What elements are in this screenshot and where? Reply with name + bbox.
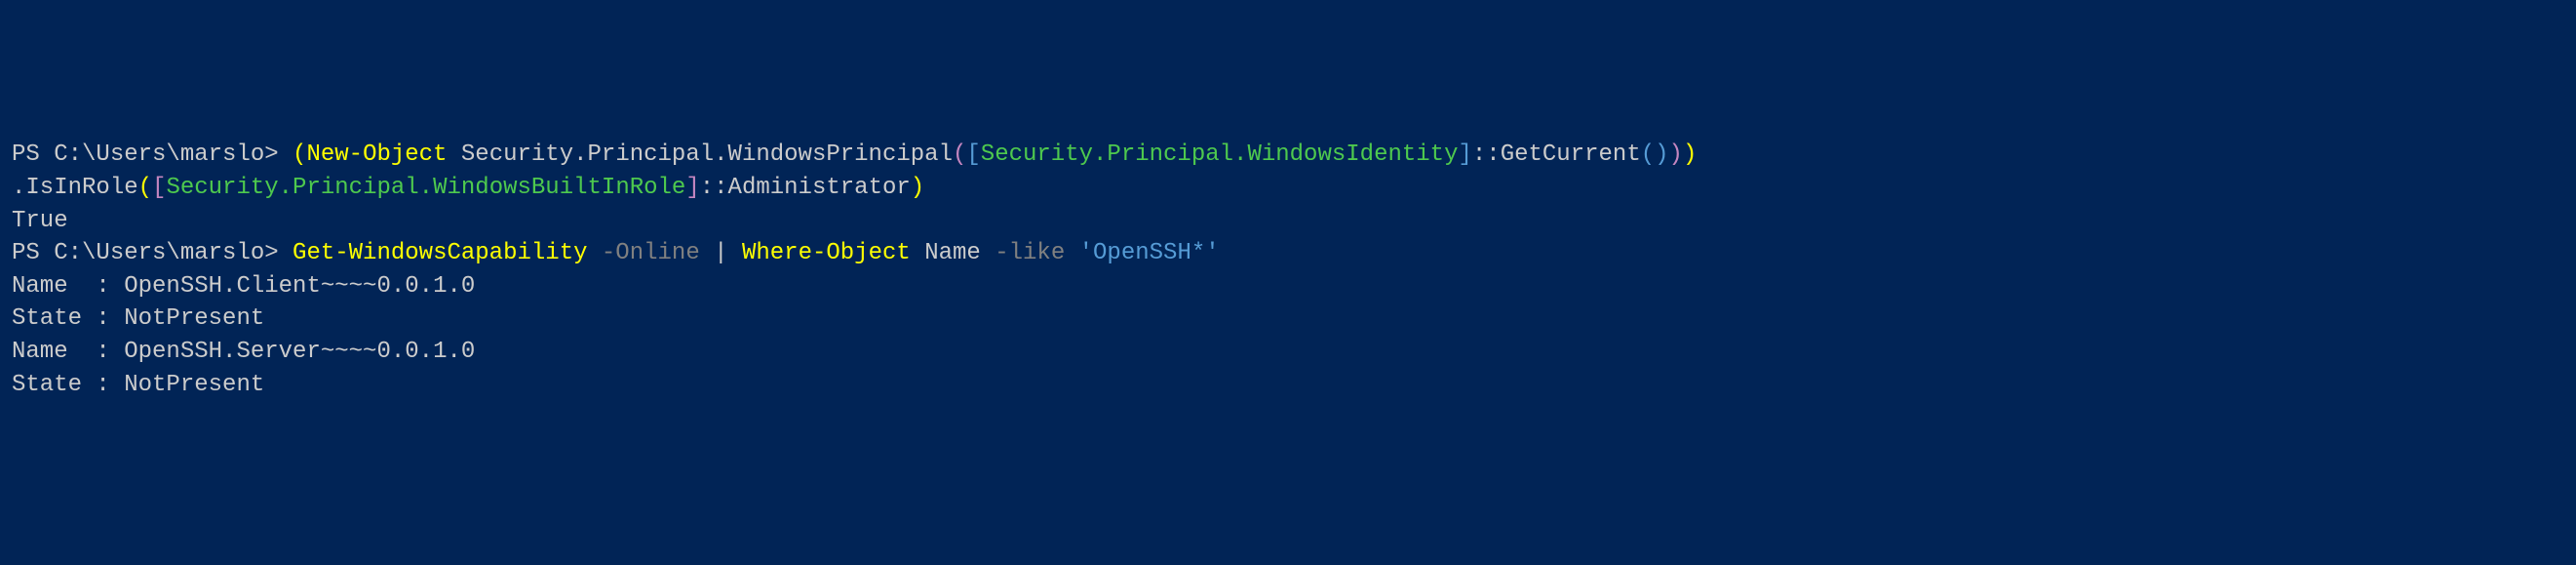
cmdlet-get-windowscapability: Get-WindowsCapability: [293, 240, 587, 266]
method-getcurrent: ::GetCurrent: [1472, 141, 1641, 168]
command-line-3: PS C:\Users\marslo> Get-WindowsCapabilit…: [12, 237, 2564, 270]
open-bracket: [: [966, 141, 980, 168]
open-paren-2: (: [953, 141, 966, 168]
terminal-output[interactable]: PS C:\Users\marslo> (New-Object Security…: [12, 139, 2564, 401]
open-paren-1: (: [293, 141, 306, 168]
space: [1065, 240, 1078, 266]
close-paren-3: ): [1655, 141, 1668, 168]
open-paren-3: (: [1641, 141, 1655, 168]
property-name: Name: [924, 240, 981, 266]
command-line-1: PS C:\Users\marslo> (New-Object Security…: [12, 139, 2564, 172]
space: [728, 240, 742, 266]
open-paren-4: (: [138, 175, 152, 201]
output-state-server: State : NotPresent: [12, 369, 2564, 402]
space: [588, 240, 602, 266]
type-windows-identity: Security.Principal.WindowsIdentity: [981, 141, 1459, 168]
method-isinrole: .IsInRole: [12, 175, 138, 201]
string-openssh: 'OpenSSH*': [1079, 240, 1220, 266]
close-bracket-2: ]: [685, 175, 699, 201]
prompt-2: PS C:\Users\marslo>: [12, 240, 293, 266]
space: [981, 240, 995, 266]
type-builtin-role: Security.Principal.WindowsBuiltInRole: [166, 175, 685, 201]
output-true: True: [12, 205, 2564, 238]
space: [447, 141, 460, 168]
close-bracket: ]: [1458, 141, 1471, 168]
pipe-operator: |: [714, 240, 727, 266]
open-bracket-2: [: [152, 175, 166, 201]
cmdlet-new-object: New-Object: [306, 141, 447, 168]
space: [911, 240, 924, 266]
output-state-client: State : NotPresent: [12, 303, 2564, 336]
close-paren-1: ): [1683, 141, 1697, 168]
space: [700, 240, 714, 266]
prompt-1: PS C:\Users\marslo>: [12, 141, 293, 168]
cmdlet-where-object: Where-Object: [742, 240, 911, 266]
output-name-client: Name : OpenSSH.Client~~~~0.0.1.0: [12, 270, 2564, 303]
close-paren-4: ): [911, 175, 924, 201]
type-windows-principal: Security.Principal.WindowsPrincipal: [461, 141, 953, 168]
output-name-server: Name : OpenSSH.Server~~~~0.0.1.0: [12, 336, 2564, 369]
param-online: -Online: [602, 240, 700, 266]
method-administrator: ::Administrator: [700, 175, 911, 201]
close-paren-2: ): [1669, 141, 1683, 168]
param-like: -like: [995, 240, 1065, 266]
command-line-2: .IsInRole([Security.Principal.WindowsBui…: [12, 172, 2564, 205]
